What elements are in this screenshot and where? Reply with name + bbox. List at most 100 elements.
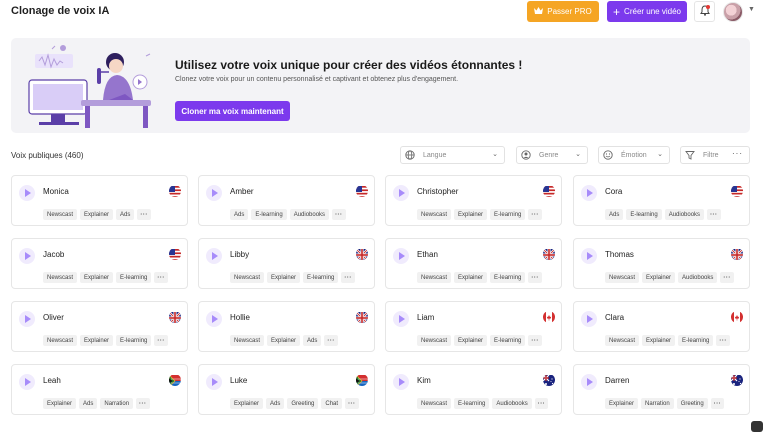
play-icon[interactable] <box>393 374 409 390</box>
voice-tag: Explainer <box>267 335 301 346</box>
voice-tags: Explainer Ads Narration ··· <box>43 398 150 409</box>
voice-card[interactable]: Oliver Newscast Explainer E-learning ··· <box>11 301 188 352</box>
voice-tag: Explainer <box>454 335 488 346</box>
play-icon[interactable] <box>581 185 597 201</box>
voice-card[interactable]: Hollie Newscast Explainer Ads ··· <box>198 301 375 352</box>
voice-card[interactable]: Darren Explainer Narration Greeting ··· <box>573 364 750 415</box>
voice-tag: E-learning <box>116 272 152 283</box>
chat-icon[interactable] <box>751 421 763 432</box>
more-tags-button[interactable]: ··· <box>528 272 542 283</box>
voice-name: Leah <box>43 376 61 385</box>
play-icon[interactable] <box>19 185 35 201</box>
more-tags-button[interactable]: ··· <box>154 272 168 283</box>
play-icon[interactable] <box>581 248 597 264</box>
more-tags-button[interactable]: ··· <box>707 209 721 220</box>
play-icon[interactable] <box>393 185 409 201</box>
voice-card[interactable]: Cora Ads E-learning Audiobooks ··· <box>573 175 750 226</box>
upgrade-pro-button[interactable]: Passer PRO <box>527 1 599 22</box>
voice-name: Kim <box>417 376 431 385</box>
more-tags-button[interactable]: ··· <box>528 209 542 220</box>
gender-select[interactable]: Genre ⌄ <box>516 146 588 164</box>
voice-tags: Newscast Explainer E-learning ··· <box>230 272 355 283</box>
play-icon[interactable] <box>206 185 222 201</box>
voice-card[interactable]: Christopher Newscast Explainer E-learning ··… <box>385 175 562 226</box>
more-tags-button[interactable]: ··· <box>332 209 346 220</box>
more-tags-button[interactable]: ··· <box>154 335 168 346</box>
flag-za-icon <box>169 374 181 386</box>
create-video-button[interactable]: + Créer une vidéo <box>607 1 687 22</box>
voice-card[interactable]: Libby Newscast Explainer E-learning ··· <box>198 238 375 289</box>
more-tags-button[interactable]: ··· <box>710 398 725 409</box>
more-tags-button[interactable]: ··· <box>137 209 151 220</box>
more-tags-button[interactable]: ··· <box>534 398 549 409</box>
voice-tags: Newscast Explainer E-learning ··· <box>43 272 168 283</box>
filter-button[interactable]: Filtre ··· <box>680 146 750 164</box>
flag-ca-icon <box>543 311 555 323</box>
voice-tag: Newscast <box>605 272 640 283</box>
voice-tag: Explainer <box>80 272 114 283</box>
play-icon[interactable] <box>206 374 222 390</box>
chevron-down-icon[interactable]: ▼ <box>748 6 755 13</box>
voice-card[interactable]: Monica Newscast Explainer Ads ··· <box>11 175 188 226</box>
top-bar: Clonage de voix IA Passer PRO + Créer un… <box>0 0 768 26</box>
voice-name: Clara <box>605 313 625 322</box>
voice-tag: Explainer <box>43 398 77 409</box>
voice-name: Darren <box>605 376 630 385</box>
voice-card[interactable]: Amber Ads E-learning Audiobooks ··· <box>198 175 375 226</box>
voice-card[interactable]: Liam Newscast Explainer E-learning ··· <box>385 301 562 352</box>
play-icon[interactable] <box>206 311 222 327</box>
clone-voice-button[interactable]: Cloner ma voix maintenant <box>175 101 290 121</box>
more-tags-button[interactable]: ··· <box>136 398 150 409</box>
play-icon[interactable] <box>206 248 222 264</box>
voice-card[interactable]: Kim Newscast E-learning Audiobooks ··· <box>385 364 562 415</box>
more-icon[interactable]: ··· <box>732 149 743 158</box>
more-tags-button[interactable]: ··· <box>345 398 359 409</box>
play-icon[interactable] <box>581 311 597 327</box>
flag-uk-icon <box>169 311 181 323</box>
play-icon[interactable] <box>19 311 35 327</box>
play-icon[interactable] <box>393 248 409 264</box>
play-icon[interactable] <box>581 374 597 390</box>
language-select[interactable]: Langue ⌄ <box>400 146 505 164</box>
play-icon[interactable] <box>393 311 409 327</box>
promo-banner: Utilisez votre voix unique pour créer de… <box>11 38 750 133</box>
voice-card[interactable]: Thomas Newscast Explainer Audiobooks ··· <box>573 238 750 289</box>
funnel-icon <box>685 150 703 160</box>
play-icon[interactable] <box>19 248 35 264</box>
emotion-select[interactable]: Émotion ⌄ <box>598 146 670 164</box>
flag-us-icon <box>169 248 181 260</box>
voice-name: Christopher <box>417 187 459 196</box>
more-tags-button[interactable]: ··· <box>720 272 734 283</box>
voice-name: Amber <box>230 187 254 196</box>
voice-tags: Newscast Explainer E-learning ··· <box>43 335 168 346</box>
more-tags-button[interactable]: ··· <box>341 272 355 283</box>
voice-tag: Explainer <box>230 398 264 409</box>
banner-subtitle: Clonez votre voix pour un contenu person… <box>175 76 459 83</box>
more-tags-button[interactable]: ··· <box>324 335 338 346</box>
voice-card[interactable]: Jacob Newscast Explainer E-learning ··· <box>11 238 188 289</box>
avatar[interactable] <box>723 2 743 22</box>
more-tags-button[interactable]: ··· <box>716 335 730 346</box>
play-icon[interactable] <box>19 374 35 390</box>
voice-card[interactable]: Clara Newscast Explainer E-learning ··· <box>573 301 750 352</box>
voice-tag: E-learning <box>490 272 526 283</box>
voice-tag: Ads <box>266 398 285 409</box>
voice-tags: Newscast Explainer E-learning ··· <box>417 209 542 220</box>
voice-tag: Explainer <box>454 209 488 220</box>
voice-tag: Narration <box>641 398 674 409</box>
flag-au-icon <box>731 374 743 386</box>
flag-uk-icon <box>543 248 555 260</box>
voice-name: Ethan <box>417 250 438 259</box>
voice-card[interactable]: Leah Explainer Ads Narration ··· <box>11 364 188 415</box>
notifications-button[interactable] <box>694 1 715 22</box>
voice-card[interactable]: Ethan Newscast Explainer E-learning ··· <box>385 238 562 289</box>
voice-tag: Chat <box>321 398 343 409</box>
voice-tags: Newscast Explainer E-learning ··· <box>605 335 730 346</box>
flag-uk-icon <box>356 311 368 323</box>
flag-ca-icon <box>731 311 743 323</box>
voice-name: Thomas <box>605 250 634 259</box>
more-tags-button[interactable]: ··· <box>528 335 542 346</box>
voice-recording-illustration <box>25 42 155 130</box>
voice-tag: Explainer <box>605 398 639 409</box>
voice-card[interactable]: Luke Explainer Ads Greeting Chat ··· <box>198 364 375 415</box>
